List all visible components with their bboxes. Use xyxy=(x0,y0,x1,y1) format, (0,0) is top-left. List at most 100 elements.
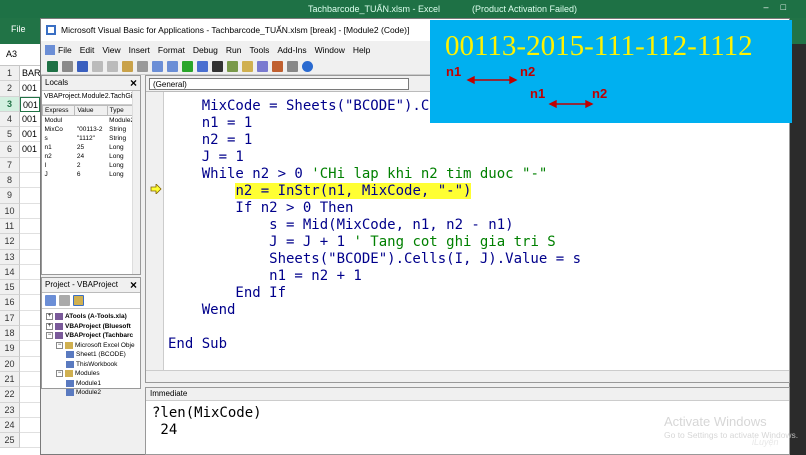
excel-cell[interactable] xyxy=(20,357,40,372)
cut-icon[interactable] xyxy=(92,61,103,72)
excel-cell[interactable] xyxy=(20,219,40,235)
project-tree-item[interactable]: Module2 xyxy=(42,388,140,398)
view-code-icon[interactable] xyxy=(45,295,56,306)
excel-cell[interactable] xyxy=(20,234,40,250)
locals-scrollbar[interactable] xyxy=(132,91,140,274)
menu-format[interactable]: Format xyxy=(158,45,185,55)
excel-cell[interactable] xyxy=(20,188,40,204)
row-header[interactable]: 11 xyxy=(0,218,20,235)
toggle-folders-icon[interactable] xyxy=(73,295,84,306)
excel-row[interactable]: 13 xyxy=(0,249,40,265)
excel-row[interactable]: 19 xyxy=(0,341,40,357)
project-explorer-icon[interactable] xyxy=(242,61,253,72)
excel-cell[interactable]: 001 xyxy=(20,96,40,112)
excel-row[interactable]: 18 xyxy=(0,326,40,342)
excel-row[interactable]: 21 xyxy=(0,371,40,388)
excel-cell[interactable]: 001 xyxy=(20,81,40,97)
close-icon[interactable]: × xyxy=(130,76,137,90)
project-tree-item[interactable]: Module1 xyxy=(42,379,140,389)
project-tree-item[interactable]: + VBAProject (Bluesoft xyxy=(42,322,140,332)
design-mode-icon[interactable] xyxy=(227,61,238,72)
row-header[interactable]: 23 xyxy=(0,402,20,418)
row-header[interactable]: 22 xyxy=(0,387,20,403)
menu-window[interactable]: Window xyxy=(315,45,345,55)
save-icon[interactable] xyxy=(77,61,88,72)
row-header[interactable]: 15 xyxy=(0,280,20,296)
locals-row[interactable]: I 2 Long xyxy=(43,161,140,170)
row-header[interactable]: 19 xyxy=(0,341,20,357)
row-header[interactable]: 10 xyxy=(0,203,20,219)
excel-row[interactable]: 6 001 xyxy=(0,142,40,158)
code-line[interactable]: While n2 > 0 'CHi lap khi n2 tim duoc "-… xyxy=(168,166,768,183)
menu-insert[interactable]: Insert xyxy=(129,45,150,55)
row-header[interactable]: 14 xyxy=(0,264,20,281)
code-line[interactable]: n2 = 1 xyxy=(168,132,768,149)
expand-icon[interactable]: − xyxy=(46,332,53,340)
expand-icon[interactable]: − xyxy=(56,370,63,378)
project-tree-item[interactable]: − Modules xyxy=(42,369,140,379)
excel-row[interactable]: 12 xyxy=(0,234,40,250)
row-header[interactable]: 6 xyxy=(0,142,20,158)
locals-column-header[interactable]: Express xyxy=(41,105,76,116)
excel-cell[interactable]: 001 xyxy=(20,142,40,158)
project-tree-item[interactable]: + ATools (A-Tools.xla) xyxy=(42,312,140,322)
excel-cell[interactable]: BAR xyxy=(20,66,40,82)
row-header[interactable]: 21 xyxy=(0,371,20,388)
excel-row[interactable]: 22 xyxy=(0,387,40,403)
menu-edit[interactable]: Edit xyxy=(80,45,95,55)
excel-row[interactable]: 1 BAR xyxy=(0,66,40,82)
locals-column-header[interactable]: Value xyxy=(74,105,108,116)
project-tree-item[interactable]: ThisWorkbook xyxy=(42,360,140,370)
menu-view[interactable]: View xyxy=(102,45,120,55)
row-header[interactable]: 1 xyxy=(0,66,20,82)
menu-addins[interactable]: Add-Ins xyxy=(277,45,306,55)
row-header[interactable]: 3 xyxy=(0,96,20,112)
locals-row[interactable]: Modul Module2/M xyxy=(43,116,140,126)
expand-icon[interactable]: + xyxy=(46,322,53,330)
code-line[interactable]: End If xyxy=(168,285,768,302)
excel-cell[interactable] xyxy=(20,418,40,434)
menu-help[interactable]: Help xyxy=(353,45,370,55)
row-header[interactable]: 13 xyxy=(0,249,20,265)
code-scrollbar[interactable] xyxy=(146,370,789,382)
excel-cell[interactable] xyxy=(20,403,40,418)
undo-icon[interactable] xyxy=(152,61,163,72)
excel-grid[interactable]: 1 BAR 2 001 3 001 4 001 5 001 6 001 7 8 9 10 11 12 13 14 15 1… xyxy=(0,66,40,455)
code-line[interactable]: s = Mid(MixCode, n1, n2 - n1) xyxy=(168,217,768,234)
excel-row[interactable]: 23 xyxy=(0,402,40,418)
locals-row[interactable]: s "1112" String xyxy=(43,134,140,143)
code-line[interactable]: n1 = n2 + 1 xyxy=(168,268,768,285)
find-icon[interactable] xyxy=(137,61,148,72)
maximize-icon[interactable]: □ xyxy=(781,2,798,12)
run-icon[interactable] xyxy=(182,61,193,72)
project-tree-item[interactable]: Sheet1 (BCODE) xyxy=(42,350,140,360)
row-header[interactable]: 18 xyxy=(0,326,20,342)
row-header[interactable]: 2 xyxy=(0,81,20,97)
excel-row[interactable]: 4 001 xyxy=(0,111,40,128)
menu-run[interactable]: Run xyxy=(226,45,242,55)
code-line[interactable]: End Sub xyxy=(168,336,768,353)
break-icon[interactable] xyxy=(197,61,208,72)
excel-row[interactable]: 11 xyxy=(0,218,40,235)
window-controls[interactable]: –□ xyxy=(764,2,798,12)
project-tree-item[interactable]: − VBAProject (Tachbarc xyxy=(42,331,140,341)
row-header[interactable]: 25 xyxy=(0,433,20,449)
excel-row[interactable]: 20 xyxy=(0,356,40,372)
row-header[interactable]: 5 xyxy=(0,127,20,143)
locals-row[interactable]: MixCo "00113-2 String xyxy=(43,125,140,134)
close-icon[interactable]: × xyxy=(130,278,137,292)
row-header[interactable]: 4 xyxy=(0,111,20,128)
row-header[interactable]: 17 xyxy=(0,310,20,327)
locals-row[interactable]: J 6 Long xyxy=(43,170,140,179)
excel-cell[interactable] xyxy=(20,372,40,388)
excel-row[interactable]: 14 xyxy=(0,264,40,281)
excel-row[interactable]: 3 001 xyxy=(0,96,40,112)
properties-icon[interactable] xyxy=(257,61,268,72)
paste-icon[interactable] xyxy=(122,61,133,72)
excel-row[interactable]: 15 xyxy=(0,280,40,296)
view-object-icon[interactable] xyxy=(59,295,70,306)
object-browser-icon[interactable] xyxy=(272,61,283,72)
excel-row[interactable]: 16 xyxy=(0,295,40,311)
reset-icon[interactable] xyxy=(212,61,223,72)
menu-debug[interactable]: Debug xyxy=(193,45,218,55)
